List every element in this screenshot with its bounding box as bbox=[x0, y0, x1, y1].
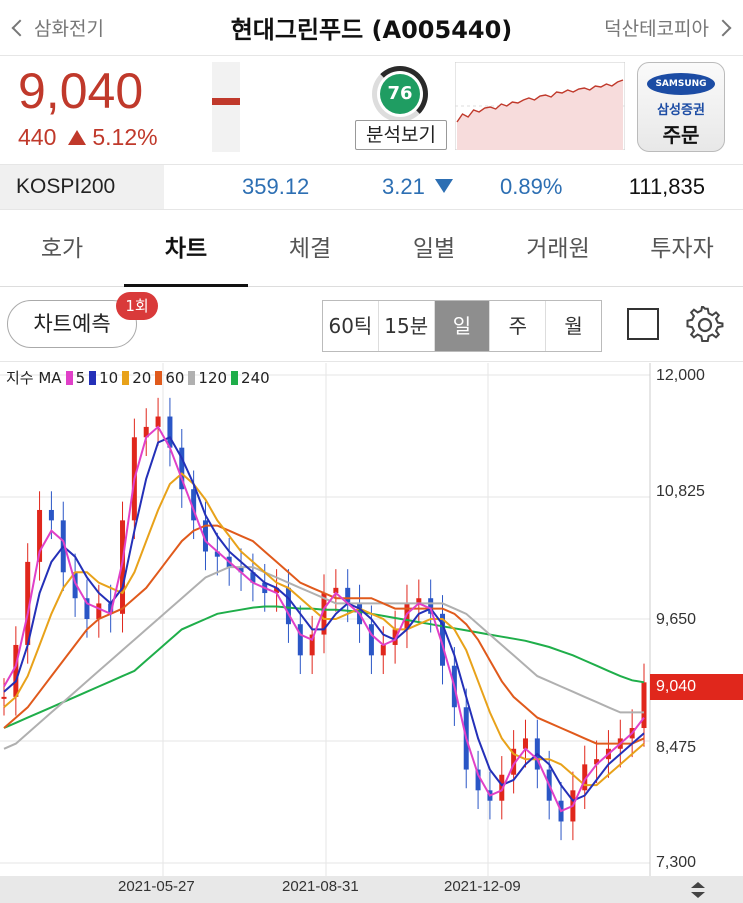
tab-trades[interactable]: 체결 bbox=[248, 211, 372, 287]
predict-count-badge: 1회 bbox=[116, 292, 158, 320]
period-60tick[interactable]: 60틱 bbox=[323, 301, 379, 351]
order-label: 주문 bbox=[662, 123, 700, 147]
candle-body bbox=[13, 644, 19, 697]
current-price-marker: 9,040 bbox=[650, 674, 743, 700]
chart-canvas[interactable] bbox=[0, 363, 743, 876]
index-percent: 0.89% bbox=[500, 174, 563, 199]
price-panel: 9,040 440 5.12% 76 분석보기 SAMSUNG 삼성증권 주문 bbox=[0, 56, 743, 164]
down-arrow-icon bbox=[434, 179, 453, 193]
period-month[interactable]: 월 bbox=[546, 301, 601, 351]
ma10-swatch bbox=[89, 370, 97, 385]
period-selector: 60틱 15분 일 주 월 bbox=[322, 300, 602, 352]
tab-brokers[interactable]: 거래원 bbox=[496, 211, 620, 287]
price-change: 440 5.12% bbox=[18, 124, 158, 151]
tab-daily[interactable]: 일별 bbox=[372, 211, 496, 287]
ma60-swatch bbox=[155, 370, 163, 385]
x-tick-2: 2021-08-31 bbox=[282, 878, 359, 895]
x-tick-3: 2021-12-09 bbox=[444, 878, 521, 895]
tab-chart[interactable]: 차트 bbox=[124, 211, 248, 287]
index-volume: 111,835 bbox=[628, 174, 705, 199]
broker-name: 삼성증권 bbox=[657, 103, 705, 118]
legend-ma120: 120 bbox=[198, 368, 228, 387]
period-week[interactable]: 주 bbox=[490, 301, 547, 351]
price-chart[interactable]: 지수 MA 5 10 20 60 120 240 bbox=[0, 363, 743, 903]
ma240-swatch bbox=[231, 370, 239, 385]
legend-ma20: 20 bbox=[132, 368, 152, 387]
tab-bar: 호가 차트 체결 일별 거래원 투자자 bbox=[0, 211, 743, 287]
index-name: KOSPI200 bbox=[0, 165, 164, 209]
candle-body bbox=[155, 416, 161, 427]
volume-strength-marker bbox=[212, 98, 240, 105]
period-day[interactable]: 일 bbox=[434, 301, 491, 351]
fullscreen-checkbox[interactable] bbox=[627, 308, 659, 340]
intraday-sparkline[interactable] bbox=[455, 62, 625, 150]
candle-body bbox=[48, 509, 54, 521]
candle-body bbox=[380, 644, 386, 656]
candle-body bbox=[1, 696, 7, 699]
legend-prefix: 지수 MA bbox=[6, 369, 62, 387]
x-axis: 2021-05-27 2021-08-31 2021-12-09 bbox=[0, 876, 743, 903]
ma5-swatch bbox=[65, 370, 73, 385]
change-amount: 440 bbox=[18, 124, 57, 150]
order-button[interactable]: SAMSUNG 삼성증권 주문 bbox=[637, 62, 725, 152]
y-tick-7300: 7,300 bbox=[656, 854, 697, 871]
up-arrow-icon bbox=[68, 130, 87, 145]
next-stock-link[interactable]: 덕산테코피아 bbox=[604, 14, 732, 41]
period-15min[interactable]: 15분 bbox=[379, 301, 435, 351]
y-tick-8475: 8,475 bbox=[656, 739, 697, 756]
x-tick-1: 2021-05-27 bbox=[118, 878, 195, 895]
candle-body bbox=[297, 624, 303, 656]
index-value: 359.12 bbox=[242, 174, 310, 199]
legend-ma10: 10 bbox=[99, 368, 119, 387]
index-change-amount: 3.21 bbox=[382, 174, 425, 199]
candle-body bbox=[522, 738, 528, 749]
next-stock-label: 덕산테코피아 bbox=[604, 18, 709, 40]
y-tick-9650: 9,650 bbox=[656, 611, 697, 628]
index-change: 3.21 bbox=[382, 165, 453, 209]
y-tick-12000: 12,000 bbox=[656, 367, 705, 384]
chart-toolbar: 차트예측 1회 60틱 15분 일 주 월 bbox=[0, 288, 743, 362]
change-percent: 5.12% bbox=[92, 124, 158, 150]
legend-ma5: 5 bbox=[75, 368, 86, 387]
ma-legend: 지수 MA 5 10 20 60 120 240 bbox=[6, 367, 270, 388]
candle-body bbox=[368, 624, 374, 656]
candle-body bbox=[96, 603, 102, 619]
top-bar: 삼화전기 현대그린푸드 (A005440) 덕산테코피아 bbox=[0, 0, 743, 56]
ma20-swatch bbox=[122, 370, 130, 385]
legend-ma240: 240 bbox=[241, 368, 270, 387]
ma120-swatch bbox=[188, 370, 196, 385]
analysis-button[interactable]: 분석보기 bbox=[355, 120, 447, 150]
chart-resize-handle-icon[interactable] bbox=[688, 880, 708, 900]
gear-icon[interactable] bbox=[686, 306, 724, 344]
tab-investors[interactable]: 투자자 bbox=[620, 211, 743, 287]
tab-orderbook[interactable]: 호가 bbox=[0, 211, 124, 287]
index-row[interactable]: KOSPI200 359.12 3.21 0.89% 111,835 bbox=[0, 164, 743, 210]
y-tick-10825: 10,825 bbox=[656, 483, 705, 500]
samsung-logo: SAMSUNG bbox=[647, 73, 715, 95]
legend-ma60: 60 bbox=[165, 368, 185, 387]
current-price: 9,040 bbox=[18, 63, 144, 119]
volume-strength-bar bbox=[212, 62, 240, 152]
chevron-right-icon bbox=[714, 19, 732, 36]
analysis-score[interactable]: 76 bbox=[380, 74, 420, 114]
